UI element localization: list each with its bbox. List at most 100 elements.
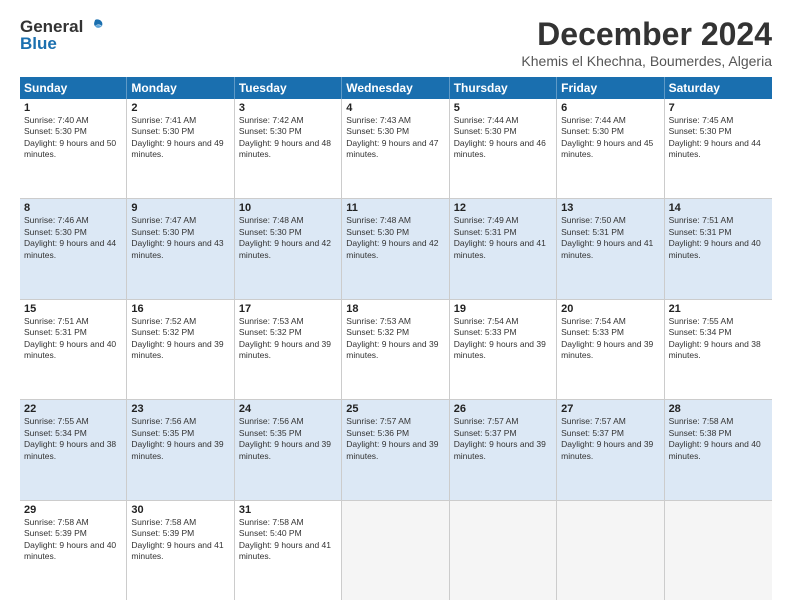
day-number: 17 xyxy=(239,303,337,315)
calendar-cell: 1Sunrise: 7:40 AM Sunset: 5:30 PM Daylig… xyxy=(20,99,127,198)
cell-info: Sunrise: 7:56 AM Sunset: 5:35 PM Dayligh… xyxy=(131,416,229,462)
logo: General Blue xyxy=(20,16,107,54)
cell-info: Sunrise: 7:50 AM Sunset: 5:31 PM Dayligh… xyxy=(561,215,659,261)
cell-info: Sunrise: 7:52 AM Sunset: 5:32 PM Dayligh… xyxy=(131,316,229,362)
calendar-cell: 20Sunrise: 7:54 AM Sunset: 5:33 PM Dayli… xyxy=(557,300,664,399)
cell-info: Sunrise: 7:44 AM Sunset: 5:30 PM Dayligh… xyxy=(454,115,552,161)
header: General Blue December 2024 Khemis el Khe… xyxy=(20,16,772,69)
calendar-cell xyxy=(557,501,664,600)
cell-info: Sunrise: 7:58 AM Sunset: 5:40 PM Dayligh… xyxy=(239,517,337,563)
day-number: 30 xyxy=(131,504,229,516)
day-number: 25 xyxy=(346,403,444,415)
calendar-row: 15Sunrise: 7:51 AM Sunset: 5:31 PM Dayli… xyxy=(20,300,772,400)
day-number: 12 xyxy=(454,202,552,214)
cell-info: Sunrise: 7:40 AM Sunset: 5:30 PM Dayligh… xyxy=(24,115,122,161)
day-number: 21 xyxy=(669,303,768,315)
cell-info: Sunrise: 7:45 AM Sunset: 5:30 PM Dayligh… xyxy=(669,115,768,161)
calendar-cell: 3Sunrise: 7:42 AM Sunset: 5:30 PM Daylig… xyxy=(235,99,342,198)
calendar-cell: 6Sunrise: 7:44 AM Sunset: 5:30 PM Daylig… xyxy=(557,99,664,198)
day-number: 24 xyxy=(239,403,337,415)
cell-info: Sunrise: 7:54 AM Sunset: 5:33 PM Dayligh… xyxy=(454,316,552,362)
calendar-cell xyxy=(342,501,449,600)
calendar-row: 29Sunrise: 7:58 AM Sunset: 5:39 PM Dayli… xyxy=(20,501,772,600)
cell-info: Sunrise: 7:51 AM Sunset: 5:31 PM Dayligh… xyxy=(669,215,768,261)
calendar-cell: 24Sunrise: 7:56 AM Sunset: 5:35 PM Dayli… xyxy=(235,400,342,499)
header-day-thursday: Thursday xyxy=(450,77,557,99)
cell-info: Sunrise: 7:49 AM Sunset: 5:31 PM Dayligh… xyxy=(454,215,552,261)
cell-info: Sunrise: 7:44 AM Sunset: 5:30 PM Dayligh… xyxy=(561,115,659,161)
cell-info: Sunrise: 7:57 AM Sunset: 5:37 PM Dayligh… xyxy=(561,416,659,462)
day-number: 27 xyxy=(561,403,659,415)
day-number: 2 xyxy=(131,102,229,114)
day-number: 4 xyxy=(346,102,444,114)
header-day-tuesday: Tuesday xyxy=(235,77,342,99)
cell-info: Sunrise: 7:48 AM Sunset: 5:30 PM Dayligh… xyxy=(346,215,444,261)
page: General Blue December 2024 Khemis el Khe… xyxy=(0,0,792,612)
header-day-friday: Friday xyxy=(557,77,664,99)
cell-info: Sunrise: 7:51 AM Sunset: 5:31 PM Dayligh… xyxy=(24,316,122,362)
calendar-cell: 12Sunrise: 7:49 AM Sunset: 5:31 PM Dayli… xyxy=(450,199,557,298)
day-number: 31 xyxy=(239,504,337,516)
cell-info: Sunrise: 7:57 AM Sunset: 5:36 PM Dayligh… xyxy=(346,416,444,462)
calendar-cell: 30Sunrise: 7:58 AM Sunset: 5:39 PM Dayli… xyxy=(127,501,234,600)
cell-info: Sunrise: 7:48 AM Sunset: 5:30 PM Dayligh… xyxy=(239,215,337,261)
header-day-sunday: Sunday xyxy=(20,77,127,99)
cell-info: Sunrise: 7:56 AM Sunset: 5:35 PM Dayligh… xyxy=(239,416,337,462)
calendar-cell xyxy=(450,501,557,600)
day-number: 10 xyxy=(239,202,337,214)
day-number: 28 xyxy=(669,403,768,415)
cell-info: Sunrise: 7:55 AM Sunset: 5:34 PM Dayligh… xyxy=(24,416,122,462)
calendar-cell: 13Sunrise: 7:50 AM Sunset: 5:31 PM Dayli… xyxy=(557,199,664,298)
day-number: 19 xyxy=(454,303,552,315)
day-number: 16 xyxy=(131,303,229,315)
calendar: SundayMondayTuesdayWednesdayThursdayFrid… xyxy=(20,77,772,600)
cell-info: Sunrise: 7:54 AM Sunset: 5:33 PM Dayligh… xyxy=(561,316,659,362)
calendar-row: 1Sunrise: 7:40 AM Sunset: 5:30 PM Daylig… xyxy=(20,99,772,199)
calendar-cell: 8Sunrise: 7:46 AM Sunset: 5:30 PM Daylig… xyxy=(20,199,127,298)
cell-info: Sunrise: 7:58 AM Sunset: 5:39 PM Dayligh… xyxy=(24,517,122,563)
calendar-cell: 16Sunrise: 7:52 AM Sunset: 5:32 PM Dayli… xyxy=(127,300,234,399)
calendar-cell: 11Sunrise: 7:48 AM Sunset: 5:30 PM Dayli… xyxy=(342,199,449,298)
calendar-cell: 28Sunrise: 7:58 AM Sunset: 5:38 PM Dayli… xyxy=(665,400,772,499)
calendar-cell: 17Sunrise: 7:53 AM Sunset: 5:32 PM Dayli… xyxy=(235,300,342,399)
title-block: December 2024 Khemis el Khechna, Boumerd… xyxy=(521,16,772,69)
calendar-cell: 19Sunrise: 7:54 AM Sunset: 5:33 PM Dayli… xyxy=(450,300,557,399)
location: Khemis el Khechna, Boumerdes, Algeria xyxy=(521,53,772,69)
calendar-row: 22Sunrise: 7:55 AM Sunset: 5:34 PM Dayli… xyxy=(20,400,772,500)
calendar-cell: 2Sunrise: 7:41 AM Sunset: 5:30 PM Daylig… xyxy=(127,99,234,198)
day-number: 15 xyxy=(24,303,122,315)
day-number: 6 xyxy=(561,102,659,114)
calendar-cell: 18Sunrise: 7:53 AM Sunset: 5:32 PM Dayli… xyxy=(342,300,449,399)
cell-info: Sunrise: 7:55 AM Sunset: 5:34 PM Dayligh… xyxy=(669,316,768,362)
calendar-cell: 22Sunrise: 7:55 AM Sunset: 5:34 PM Dayli… xyxy=(20,400,127,499)
cell-info: Sunrise: 7:41 AM Sunset: 5:30 PM Dayligh… xyxy=(131,115,229,161)
calendar-cell: 31Sunrise: 7:58 AM Sunset: 5:40 PM Dayli… xyxy=(235,501,342,600)
calendar-cell: 4Sunrise: 7:43 AM Sunset: 5:30 PM Daylig… xyxy=(342,99,449,198)
day-number: 8 xyxy=(24,202,122,214)
calendar-row: 8Sunrise: 7:46 AM Sunset: 5:30 PM Daylig… xyxy=(20,199,772,299)
day-number: 20 xyxy=(561,303,659,315)
day-number: 26 xyxy=(454,403,552,415)
header-day-saturday: Saturday xyxy=(665,77,772,99)
cell-info: Sunrise: 7:58 AM Sunset: 5:38 PM Dayligh… xyxy=(669,416,768,462)
cell-info: Sunrise: 7:43 AM Sunset: 5:30 PM Dayligh… xyxy=(346,115,444,161)
header-day-monday: Monday xyxy=(127,77,234,99)
day-number: 23 xyxy=(131,403,229,415)
cell-info: Sunrise: 7:57 AM Sunset: 5:37 PM Dayligh… xyxy=(454,416,552,462)
cell-info: Sunrise: 7:53 AM Sunset: 5:32 PM Dayligh… xyxy=(239,316,337,362)
calendar-cell: 27Sunrise: 7:57 AM Sunset: 5:37 PM Dayli… xyxy=(557,400,664,499)
day-number: 9 xyxy=(131,202,229,214)
calendar-cell: 5Sunrise: 7:44 AM Sunset: 5:30 PM Daylig… xyxy=(450,99,557,198)
calendar-cell: 7Sunrise: 7:45 AM Sunset: 5:30 PM Daylig… xyxy=(665,99,772,198)
calendar-cell: 21Sunrise: 7:55 AM Sunset: 5:34 PM Dayli… xyxy=(665,300,772,399)
day-number: 13 xyxy=(561,202,659,214)
calendar-cell xyxy=(665,501,772,600)
day-number: 22 xyxy=(24,403,122,415)
header-day-wednesday: Wednesday xyxy=(342,77,449,99)
cell-info: Sunrise: 7:53 AM Sunset: 5:32 PM Dayligh… xyxy=(346,316,444,362)
calendar-header: SundayMondayTuesdayWednesdayThursdayFrid… xyxy=(20,77,772,99)
calendar-cell: 23Sunrise: 7:56 AM Sunset: 5:35 PM Dayli… xyxy=(127,400,234,499)
logo-bird-icon xyxy=(84,16,106,38)
day-number: 7 xyxy=(669,102,768,114)
day-number: 29 xyxy=(24,504,122,516)
